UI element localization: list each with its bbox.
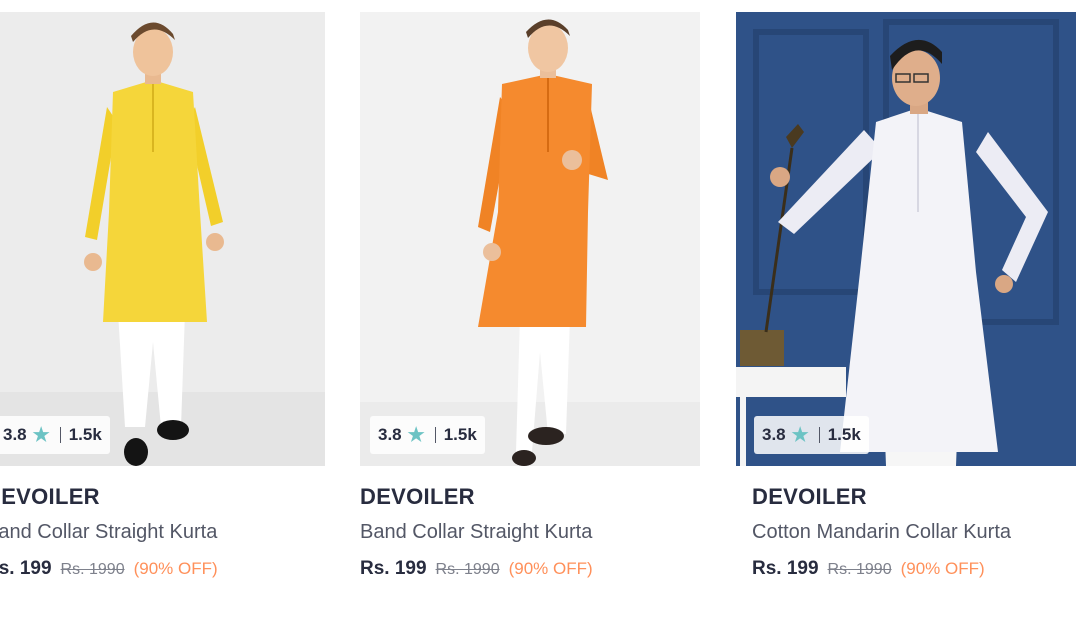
product-mrp: Rs. 1990 (435, 561, 500, 578)
product-price: Rs. 199 (0, 558, 52, 579)
price-row: Rs. 199 Rs. 1990 (90% OFF) (360, 558, 700, 580)
product-image[interactable]: 3.8 ★ 1.5k (0, 12, 325, 466)
product-brand: DEVOILER (752, 484, 867, 509)
product-grid: 3.8 ★ 1.5k DEVOILER Band Collar Straight… (0, 0, 1084, 619)
product-image[interactable]: 3.8 ★ 1.5k (736, 12, 1076, 466)
rating-value: 3.8 (3, 425, 27, 444)
star-icon: ★ (791, 424, 809, 446)
rating-value: 3.8 (762, 425, 786, 444)
product-mrp: Rs. 1990 (827, 561, 892, 578)
product-card[interactable]: 3.8 ★ 1.5k DEVOILER Band Collar Straight… (360, 12, 700, 580)
rating-count: 1.5k (827, 425, 861, 444)
product-card[interactable]: 3.8 ★ 1.5k DEVOILER Band Collar Straight… (0, 12, 325, 580)
product-brand: DEVOILER (360, 484, 475, 509)
rating-count: 1.5k (443, 425, 477, 444)
product-name: Band Collar Straight Kurta (360, 521, 593, 543)
product-info[interactable]: DEVOILER Band Collar Straight Kurta Rs. … (360, 466, 700, 580)
star-icon: ★ (407, 424, 425, 446)
product-discount: (90% OFF) (508, 559, 593, 578)
rating-divider (434, 427, 436, 443)
price-row: Rs. 199 Rs. 1990 (90% OFF) (0, 558, 325, 580)
product-card[interactable]: 3.8 ★ 1.5k DEVOILER Cotton Mandarin Coll… (736, 12, 1076, 580)
rating-divider (59, 427, 61, 443)
rating-count: 1.5k (68, 425, 102, 444)
product-discount: (90% OFF) (133, 559, 218, 578)
product-info[interactable]: DEVOILER Band Collar Straight Kurta Rs. … (0, 466, 325, 580)
rating-badge: 3.8 ★ 1.5k (0, 416, 110, 454)
rating-badge: 3.8 ★ 1.5k (754, 416, 869, 454)
product-name: Cotton Mandarin Collar Kurta (752, 521, 1012, 543)
price-row: Rs. 199 Rs. 1990 (90% OFF) (752, 558, 1076, 580)
star-icon: ★ (32, 424, 50, 446)
rating-badge: 3.8 ★ 1.5k (370, 416, 485, 454)
product-brand: DEVOILER (0, 484, 100, 509)
product-discount: (90% OFF) (900, 559, 985, 578)
product-price: Rs. 199 (360, 558, 427, 579)
product-image[interactable]: 3.8 ★ 1.5k (360, 12, 700, 466)
product-mrp: Rs. 1990 (60, 561, 125, 578)
product-info[interactable]: DEVOILER Cotton Mandarin Collar Kurta Rs… (736, 466, 1076, 580)
product-price: Rs. 199 (752, 558, 819, 579)
rating-divider (818, 427, 820, 443)
product-name: Band Collar Straight Kurta (0, 521, 218, 543)
rating-value: 3.8 (378, 425, 402, 444)
